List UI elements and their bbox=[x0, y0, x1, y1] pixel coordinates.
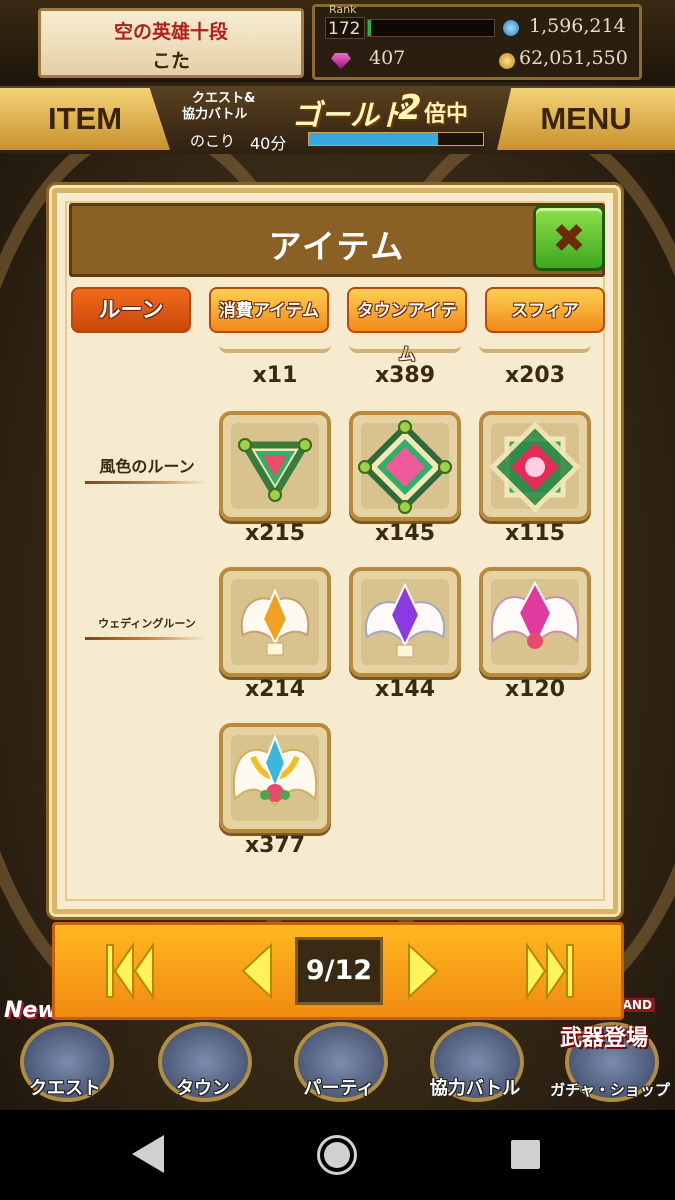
nav-town[interactable]: タウン bbox=[138, 1020, 268, 1110]
weapon-banner-label[interactable]: 武器登場 bbox=[560, 1020, 648, 1052]
rank-value: 172 bbox=[325, 17, 365, 39]
close-button[interactable]: ✖ bbox=[533, 205, 605, 271]
item-slot[interactable] bbox=[479, 411, 591, 521]
gold-bonus-banner: クエスト& 協力バトル ゴールド 2 倍中 のこり 40分 bbox=[180, 88, 490, 153]
item-slot[interactable] bbox=[349, 411, 461, 521]
item-slot[interactable] bbox=[349, 567, 461, 677]
winged-rune-icon bbox=[240, 588, 310, 656]
triangle-rune-icon bbox=[238, 438, 312, 502]
item-slot[interactable] bbox=[219, 567, 331, 677]
item-slot[interactable] bbox=[479, 567, 591, 677]
first-page-icon[interactable] bbox=[105, 941, 157, 1001]
tab-consumables[interactable]: 消費アイテム bbox=[209, 287, 329, 333]
winged-rune-icon bbox=[490, 580, 580, 650]
nav-coop-label: 協力バトル bbox=[429, 1078, 521, 1099]
item-count: x377 bbox=[244, 833, 306, 858]
bonus-suffix: 倍中 bbox=[424, 102, 469, 127]
bonus-gold-text: ゴールド bbox=[292, 98, 409, 132]
page-indicator: 9/12 bbox=[295, 937, 383, 1005]
player-name: こた bbox=[151, 50, 190, 72]
rank-label: Rank bbox=[329, 3, 357, 16]
water-drop-icon bbox=[503, 20, 519, 36]
item-count: x389 bbox=[374, 363, 436, 388]
item-button[interactable]: ITEM bbox=[0, 88, 170, 150]
item-count: x203 bbox=[504, 363, 566, 388]
nav-gacha-label: ガチャ・ショップ bbox=[550, 1081, 670, 1099]
dialog-header: アイテム bbox=[69, 203, 605, 277]
item-count: x215 bbox=[244, 521, 306, 546]
item-grid[interactable]: x11 x389 x203 風色のルーン x215 x145 x115 ウェディ… bbox=[67, 345, 605, 905]
square-rune-icon bbox=[358, 420, 452, 514]
item-count: x115 bbox=[504, 521, 566, 546]
water-stat-value: 1,596,214 bbox=[529, 15, 626, 37]
item-slot[interactable] bbox=[219, 723, 331, 833]
item-count: x145 bbox=[374, 521, 436, 546]
gold-coin-icon bbox=[499, 53, 515, 69]
star-rune-icon bbox=[489, 421, 581, 513]
next-page-icon[interactable] bbox=[405, 941, 441, 1001]
last-page-icon[interactable] bbox=[523, 941, 575, 1001]
remaining-label: のこり bbox=[190, 132, 236, 150]
remaining-progress-bar bbox=[308, 132, 484, 146]
winged-rune-icon bbox=[232, 734, 318, 807]
rune-group-label: ウェディングルーン bbox=[98, 617, 196, 630]
page-navigator: 9/12 bbox=[52, 922, 624, 1020]
tab-rune[interactable]: ルーン bbox=[71, 287, 191, 333]
gem-count: 407 bbox=[369, 47, 406, 69]
item-count: x120 bbox=[504, 677, 566, 702]
back-icon[interactable] bbox=[132, 1135, 164, 1173]
tab-sphere[interactable]: スフィア bbox=[485, 287, 605, 333]
item-count: x11 bbox=[252, 363, 298, 388]
player-name-plate[interactable]: 空の英雄十段 こた bbox=[38, 8, 304, 78]
tab-town-items[interactable]: タウンアイテム bbox=[347, 287, 467, 365]
rune-group-label: 風色のルーン bbox=[99, 457, 195, 476]
bonus-line2: 協力バトル bbox=[182, 107, 248, 122]
nav-quest-label: クエスト bbox=[29, 1078, 101, 1099]
item-slot[interactable] bbox=[219, 411, 331, 521]
bonus-line1: クエスト& bbox=[192, 91, 256, 106]
player-stats-panel: Rank 172 1,596,214 407 62,051,550 bbox=[312, 3, 642, 80]
bonus-multiplier: 2 bbox=[398, 88, 422, 128]
remaining-time: 40分 bbox=[250, 134, 287, 153]
item-count: x144 bbox=[374, 677, 436, 702]
menu-button[interactable]: MENU bbox=[497, 88, 675, 150]
prev-page-icon[interactable] bbox=[239, 941, 275, 1001]
rank-progress-bar bbox=[367, 19, 495, 37]
item-count: x214 bbox=[244, 677, 306, 702]
player-title: 空の英雄十段 bbox=[113, 21, 228, 43]
nav-party[interactable]: パーティ bbox=[274, 1020, 404, 1110]
recent-apps-icon[interactable] bbox=[511, 1140, 540, 1169]
nav-coop-battle[interactable]: 協力バトル bbox=[410, 1020, 540, 1110]
nav-party-label: パーティ bbox=[303, 1078, 375, 1099]
gem-icon bbox=[331, 53, 351, 69]
nav-quest[interactable]: クエスト bbox=[0, 1020, 130, 1110]
winged-rune-icon bbox=[364, 582, 446, 658]
dialog-title: アイテム bbox=[268, 227, 406, 266]
nav-town-label: タウン bbox=[176, 1078, 230, 1099]
item-dialog: アイテム ✖ ルーン 消費アイテム タウンアイテム スフィア x11 x389 … bbox=[52, 188, 618, 914]
gold-count: 62,051,550 bbox=[519, 47, 628, 69]
close-icon: ✖ bbox=[552, 216, 586, 262]
